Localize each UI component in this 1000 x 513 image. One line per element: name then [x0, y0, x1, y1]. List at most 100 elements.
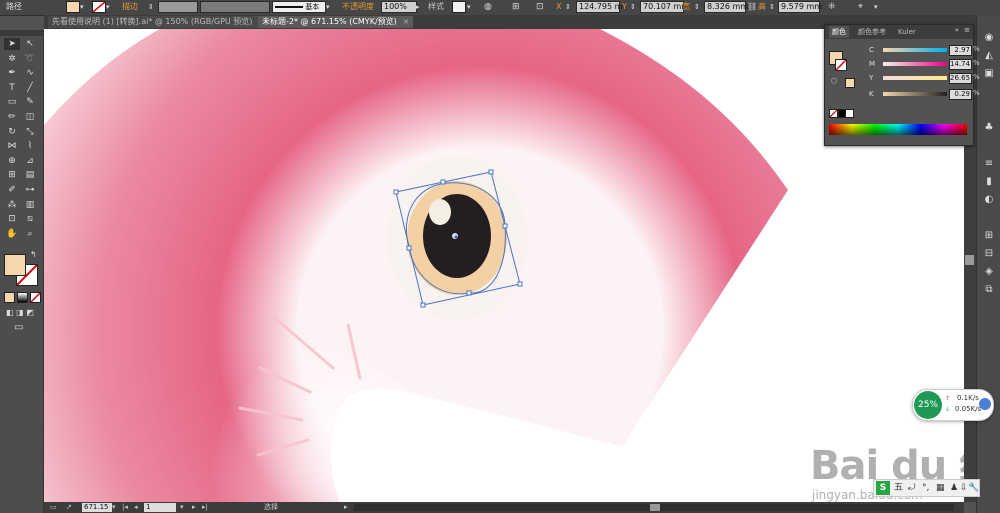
magic-wand-icon[interactable]: ✲: [4, 53, 20, 65]
y-stepper[interactable]: ⇕: [630, 1, 636, 13]
stroke-style-field[interactable]: 基本: [272, 1, 326, 13]
ime-mode[interactable]: 五: [894, 480, 903, 496]
symbol-sprayer-icon[interactable]: ⁂: [4, 199, 20, 211]
tab-color[interactable]: 颜色: [829, 26, 849, 38]
blend-icon[interactable]: ⊶: [22, 184, 38, 196]
recolor-icon[interactable]: ◍: [484, 1, 492, 13]
channel-c-row[interactable]: C 2.97 %: [865, 45, 980, 57]
ime-keyboard-icon[interactable]: ▦: [936, 480, 945, 496]
ime-punctuation-icon[interactable]: °,: [922, 480, 929, 496]
screen-mode-icon[interactable]: ▭: [14, 322, 23, 333]
tab-kuler[interactable]: Kuler: [895, 26, 919, 38]
stroke-swatch[interactable]: [92, 1, 106, 13]
fill-swatch[interactable]: [66, 1, 80, 13]
eyedropper-icon[interactable]: ✐: [4, 184, 20, 196]
ime-settings-icon[interactable]: 🔧: [968, 480, 979, 496]
width-icon[interactable]: ⋈: [4, 140, 20, 152]
shape-builder-icon[interactable]: ⊕: [4, 155, 20, 167]
status-icon-2[interactable]: ↗: [66, 502, 72, 513]
style-dropdown-icon[interactable]: ▾: [467, 1, 471, 13]
color-mode-button[interactable]: [4, 292, 15, 303]
lasso-icon[interactable]: ➰: [22, 53, 38, 65]
zoom-icon[interactable]: ⌕: [22, 228, 38, 240]
none-swatch[interactable]: [829, 109, 838, 118]
opacity-dropdown-icon[interactable]: ▸: [416, 1, 420, 13]
channel-k-slider[interactable]: [883, 92, 947, 96]
artboard-icon[interactable]: ⊡: [4, 213, 20, 225]
perspective-icon[interactable]: ⊿: [22, 155, 38, 167]
isolate-icon[interactable]: ⌖: [858, 1, 863, 13]
channel-y-value[interactable]: 26.65: [949, 73, 972, 84]
pen-icon[interactable]: ✒: [4, 67, 20, 79]
stroke-weight-stepper[interactable]: ⇕: [148, 1, 156, 13]
mesh-icon[interactable]: ⊞: [4, 169, 20, 181]
artboards-icon[interactable]: ⧉: [981, 283, 997, 297]
variable-width-field[interactable]: [200, 1, 270, 13]
curvature-icon[interactable]: ∿: [22, 67, 38, 79]
transform-icon[interactable]: ⊡: [536, 1, 544, 13]
close-icon[interactable]: ×: [403, 17, 410, 26]
panel-menu-icon[interactable]: ≡: [964, 26, 970, 34]
panel-menu-icon[interactable]: ▾: [874, 1, 878, 13]
channel-y-row[interactable]: Y 26.65 %: [865, 73, 980, 85]
eraser-icon[interactable]: ◫: [22, 111, 38, 123]
warp-icon[interactable]: ⌇: [22, 140, 38, 152]
gradient-mode-button[interactable]: [17, 292, 28, 303]
accelerate-icon[interactable]: [979, 398, 991, 410]
ime-menu-icon[interactable]: ⇩: [960, 480, 968, 496]
channel-y-slider[interactable]: [883, 76, 947, 80]
scale-icon[interactable]: ⤡: [22, 126, 38, 138]
gradient-panel-icon[interactable]: ▮: [981, 175, 997, 189]
channel-k-row[interactable]: K 0.29 %: [865, 89, 980, 101]
last-artboard-icon[interactable]: ▸|: [202, 502, 208, 513]
pencil-icon[interactable]: ✏: [4, 111, 20, 123]
rectangle-icon[interactable]: ▭: [4, 96, 20, 108]
out-of-web-icon[interactable]: ⬡: [831, 77, 839, 85]
brushes-icon[interactable]: ◭: [981, 49, 997, 63]
height-stepper[interactable]: ⇕: [769, 1, 775, 13]
hand-icon[interactable]: ✋: [4, 228, 20, 240]
channel-k-value[interactable]: 0.29: [949, 89, 972, 100]
swap-icon[interactable]: ↰: [30, 250, 37, 259]
x-field[interactable]: 124.795 m: [576, 1, 622, 13]
width-stepper[interactable]: ⇕: [694, 1, 700, 13]
zoom-field[interactable]: 671.15: [82, 503, 112, 512]
stroke-dropdown-icon[interactable]: ▾: [106, 1, 110, 13]
stroke-icon[interactable]: ≡: [981, 157, 997, 171]
color-panel-header[interactable]: 颜色 颜色参考 Kuler » ≡: [825, 25, 973, 39]
fill-dropdown-icon[interactable]: ▾: [80, 1, 84, 13]
network-speed-widget[interactable]: 25% ↑ 0.1K/s ↓ 0.05K/s: [912, 389, 994, 421]
white-swatch[interactable]: [845, 109, 854, 118]
appearance-icon[interactable]: ◉: [981, 31, 997, 45]
stroke-swatch-small[interactable]: [835, 59, 847, 71]
tab-document-2[interactable]: 未标题-2* @ 671.15% (CMYK/预览) ×: [258, 16, 414, 28]
align-panel-icon[interactable]: ⊟: [981, 247, 997, 261]
stroke-label[interactable]: 描边: [122, 1, 138, 13]
channel-c-value[interactable]: 2.97: [949, 45, 972, 56]
channel-m-slider[interactable]: [883, 62, 947, 66]
transform-panel-icon[interactable]: ⊞: [981, 229, 997, 243]
y-field[interactable]: 70.107 mm: [640, 1, 689, 13]
tab-document-1[interactable]: 先看使用说明 (1) [转换].ai* @ 150% (RGB/GPU 预览)×: [48, 16, 270, 28]
paintbrush-icon[interactable]: ✎: [22, 96, 38, 108]
line-icon[interactable]: ╱: [22, 82, 38, 94]
opacity-field[interactable]: 100%: [381, 1, 417, 13]
collapse-icon[interactable]: »: [955, 26, 959, 34]
ime-moon-icon[interactable]: ⤾: [908, 480, 916, 496]
scroll-thumb[interactable]: [965, 255, 974, 265]
style-swatch[interactable]: [452, 1, 466, 13]
selection-icon[interactable]: ➤: [4, 38, 20, 50]
symbols-icon[interactable]: ♣: [981, 121, 997, 135]
opacity-label[interactable]: 不透明度: [342, 1, 374, 13]
zoom-dropdown-icon[interactable]: ▾: [112, 502, 116, 513]
horizontal-scroll-thumb[interactable]: [650, 504, 660, 511]
tools-panel-header[interactable]: [0, 30, 43, 36]
graphic-styles-icon[interactable]: ▣: [981, 67, 997, 81]
status-icon-1[interactable]: ▭: [50, 502, 57, 513]
slice-icon[interactable]: ⧅: [22, 213, 38, 225]
gradient-icon[interactable]: ▤: [22, 169, 38, 181]
prev-artboard-icon[interactable]: ◂: [134, 502, 138, 513]
draw-mode-icon[interactable]: ◧ ◨ ◩: [6, 308, 34, 317]
fill-stroke-widget[interactable]: ↰: [4, 250, 40, 288]
channel-c-slider[interactable]: [883, 48, 947, 52]
